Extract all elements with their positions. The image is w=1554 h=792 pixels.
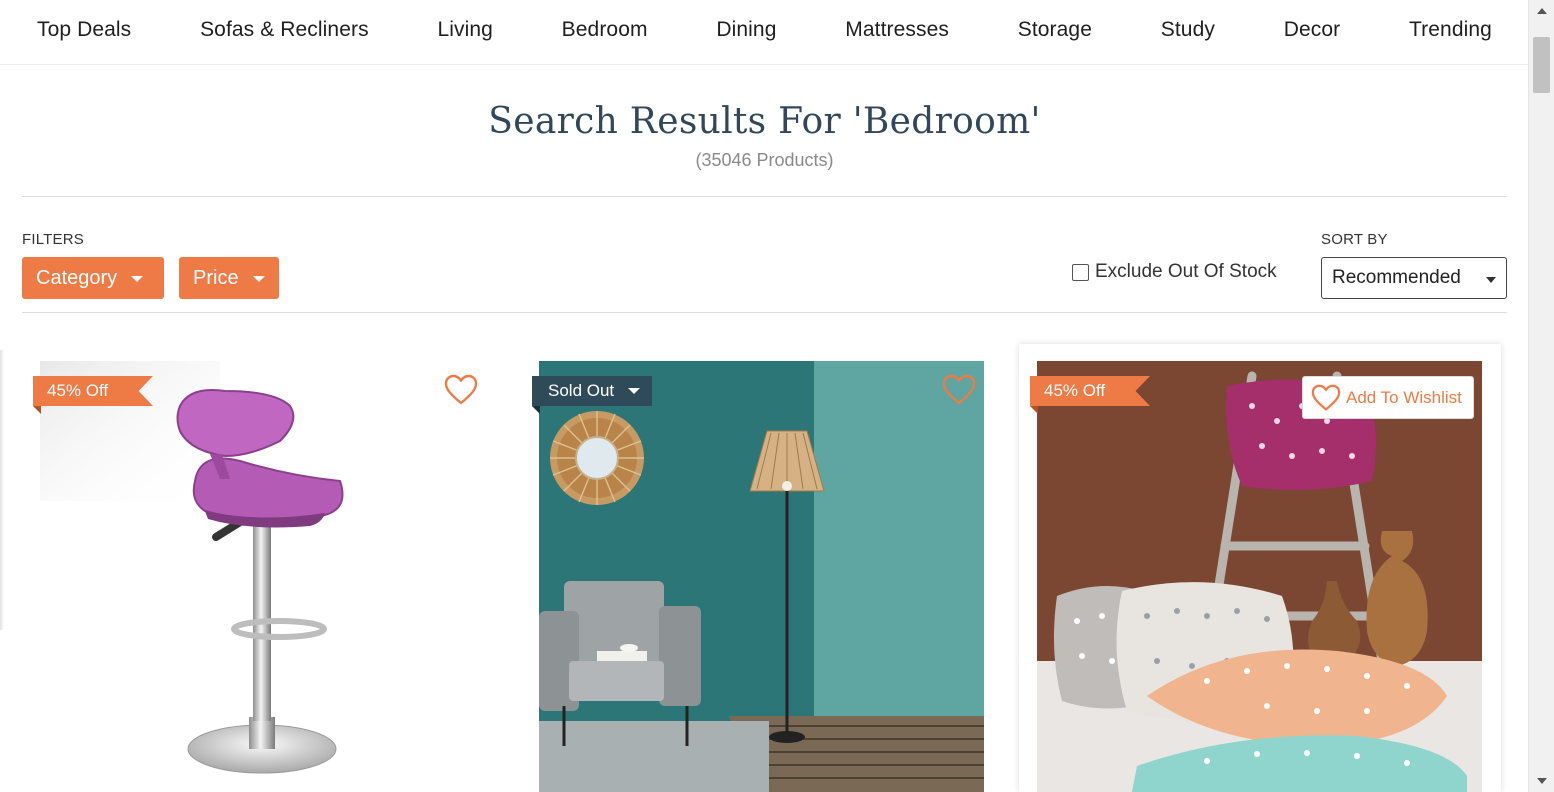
- sort-by-label: SORT BY: [1321, 231, 1388, 248]
- exclude-out-of-stock-checkbox[interactable]: Exclude Out Of Stock: [1072, 261, 1277, 283]
- product-count: (35046 Products): [695, 150, 834, 170]
- discount-tag-label: 45% Off: [47, 381, 109, 400]
- exclude-out-of-stock-label: Exclude Out Of Stock: [1095, 261, 1277, 282]
- product-image[interactable]: [1037, 361, 1482, 792]
- product-card[interactable]: 45% Off: [22, 344, 504, 792]
- caret-down-icon: [252, 276, 265, 282]
- caret-down-icon: [1486, 277, 1496, 283]
- nav-item-mattresses[interactable]: Mattresses: [845, 18, 949, 42]
- sort-selected-value: Recommended: [1332, 267, 1461, 288]
- product-card[interactable]: Sold Out: [521, 344, 1003, 792]
- sort-by-select[interactable]: Recommended: [1321, 257, 1507, 299]
- nav-item-sofas-recliners[interactable]: Sofas & Recliners: [200, 18, 369, 42]
- wishlist-heart-icon[interactable]: [444, 374, 478, 406]
- caret-down-icon: [628, 388, 641, 394]
- nav-list: Top Deals Sofas & Recliners Living Bedro…: [0, 0, 1528, 60]
- carousel-edge-shadow: [0, 350, 4, 630]
- nav-item-dining[interactable]: Dining: [716, 18, 776, 42]
- heart-icon: [1311, 384, 1341, 411]
- top-navigation: Top Deals Sofas & Recliners Living Bedro…: [0, 0, 1528, 65]
- scroll-thumb[interactable]: [1533, 37, 1550, 93]
- nav-item-living[interactable]: Living: [437, 18, 492, 42]
- discount-tag: 45% Off: [1030, 376, 1150, 406]
- nav-item-decor[interactable]: Decor: [1284, 18, 1341, 42]
- caret-down-icon: [131, 276, 144, 282]
- filters-label: FILTERS: [22, 231, 84, 248]
- nav-item-study[interactable]: Study: [1161, 18, 1215, 42]
- add-to-wishlist-label: Add To Wishlist: [1346, 387, 1462, 407]
- discount-tag-label: 45% Off: [1044, 381, 1106, 400]
- nav-item-bedroom[interactable]: Bedroom: [562, 18, 648, 42]
- add-to-wishlist-button[interactable]: Add To Wishlist: [1302, 376, 1474, 419]
- product-card[interactable]: 45% Off Add To Wishlist: [1019, 344, 1501, 792]
- floor-lamp-room-image: [539, 361, 984, 792]
- nav-item-trending[interactable]: Trending: [1409, 18, 1492, 42]
- wishlist-heart-icon[interactable]: [942, 374, 976, 406]
- bar-stool-image: [40, 361, 344, 774]
- scroll-up-arrow-icon[interactable]: [1529, 2, 1554, 20]
- price-filter-button[interactable]: Price: [179, 257, 279, 299]
- product-image[interactable]: [539, 361, 984, 792]
- results-header: Search Results For 'Bedroom' (35046 Prod…: [22, 65, 1507, 197]
- nav-item-storage[interactable]: Storage: [1018, 18, 1092, 42]
- scroll-down-arrow-icon[interactable]: [1529, 772, 1554, 790]
- page-title: Search Results For 'Bedroom': [488, 101, 1041, 142]
- nav-item-top-deals[interactable]: Top Deals: [37, 18, 131, 42]
- sold-out-tag-label: Sold Out: [548, 381, 615, 400]
- filters-bar: FILTERS Category Price Exclude Out Of St…: [22, 197, 1507, 313]
- sold-out-tag[interactable]: Sold Out: [532, 376, 652, 406]
- tag-fold: [532, 406, 540, 414]
- category-filter-button[interactable]: Category: [22, 257, 164, 299]
- checkbox-box[interactable]: [1072, 263, 1089, 281]
- price-filter-label: Price: [193, 266, 239, 289]
- category-filter-label: Category: [36, 266, 118, 289]
- page-scrollbar[interactable]: [1528, 0, 1554, 792]
- tag-fold: [33, 406, 41, 414]
- product-image[interactable]: [40, 361, 485, 792]
- discount-tag: 45% Off: [33, 376, 153, 406]
- tag-fold: [1030, 406, 1038, 414]
- cushions-image: [1037, 361, 1482, 792]
